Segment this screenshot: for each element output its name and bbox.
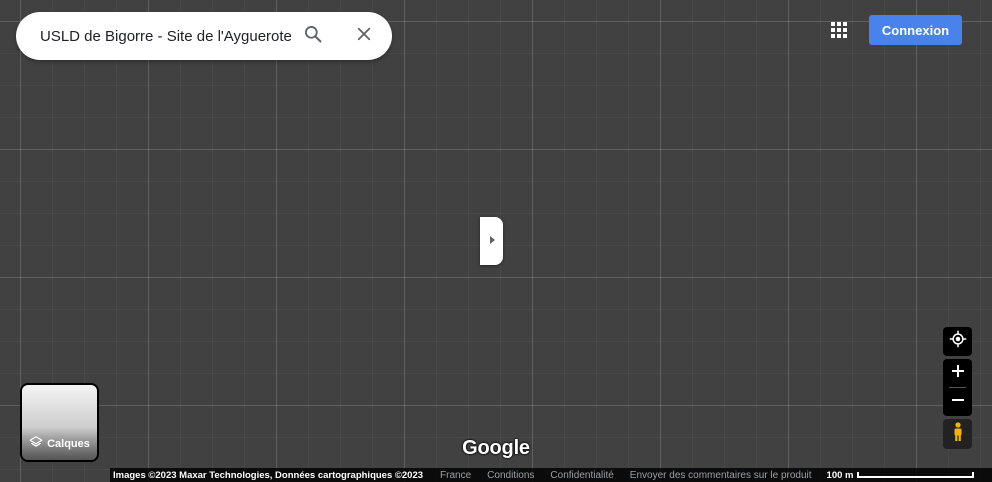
privacy-link[interactable]: Confidentialité bbox=[550, 470, 613, 481]
layers-label-bar: Calques bbox=[22, 428, 97, 460]
minus-icon bbox=[951, 393, 964, 411]
google-logo: Google bbox=[462, 437, 530, 459]
pegman-icon bbox=[952, 421, 964, 447]
side-panel-toggle[interactable] bbox=[480, 217, 503, 265]
scale-control[interactable]: 100 m bbox=[827, 470, 975, 481]
search-box bbox=[16, 12, 392, 60]
plus-icon bbox=[951, 364, 964, 382]
clear-search-button[interactable] bbox=[352, 24, 376, 48]
my-location-icon bbox=[949, 330, 967, 353]
layers-label: Calques bbox=[47, 438, 90, 450]
my-location-button[interactable] bbox=[943, 327, 972, 356]
signin-button[interactable]: Connexion bbox=[869, 15, 962, 45]
search-button[interactable] bbox=[301, 24, 325, 48]
terms-link[interactable]: Conditions bbox=[487, 470, 534, 481]
layers-button[interactable]: Calques bbox=[20, 383, 99, 462]
attribution-text: Images ©2023 Maxar Technologies, Données… bbox=[113, 469, 424, 481]
scale-label: 100 m bbox=[826, 469, 854, 481]
search-input[interactable] bbox=[40, 24, 302, 48]
street-view-button[interactable] bbox=[943, 419, 972, 449]
search-icon bbox=[303, 24, 323, 49]
feedback-link[interactable]: Envoyer des commentaires sur le produit bbox=[630, 470, 812, 481]
chevron-right-icon bbox=[488, 232, 496, 250]
scale-bar bbox=[857, 472, 975, 478]
zoom-in-button[interactable] bbox=[943, 359, 972, 387]
apps-grid-icon[interactable] bbox=[828, 19, 850, 41]
map-footer: Images ©2023 Maxar Technologies, Données… bbox=[110, 468, 992, 482]
country-link[interactable]: France bbox=[440, 470, 471, 481]
zoom-controls bbox=[943, 359, 972, 416]
zoom-out-button[interactable] bbox=[943, 388, 972, 416]
layers-icon bbox=[29, 435, 43, 454]
close-icon bbox=[355, 25, 373, 48]
